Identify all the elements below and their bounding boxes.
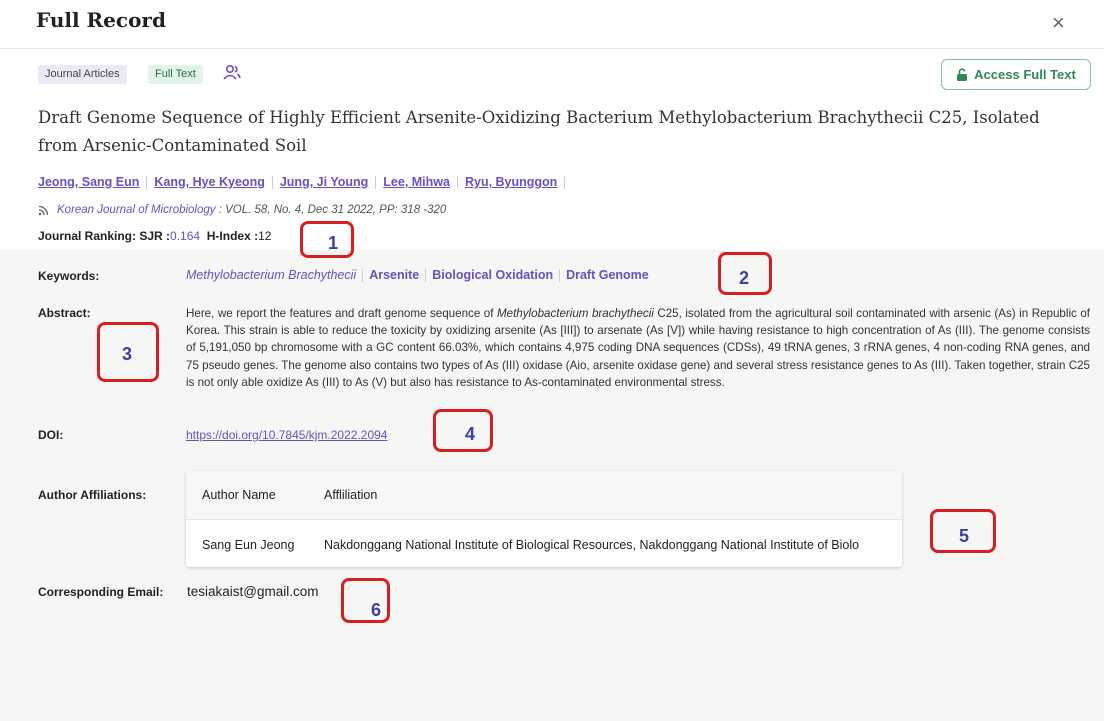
journal-details: : VOL. 58, No. 4, Dec 31 2022, PP: 318 -… — [215, 204, 447, 216]
author-link[interactable]: Lee, Mihwa — [383, 175, 450, 189]
annotation-number: 2 — [739, 268, 750, 288]
affiliations-table: Author Name Affliliation Sang Eun Jeong … — [186, 471, 902, 567]
affiliation-cell: Nakdonggang National Institute of Biolog… — [324, 538, 860, 552]
author-list: Jeong, Sang Eun Kang, Hye Kyeong Jung, Ji … — [38, 175, 572, 190]
annotation-box — [341, 578, 390, 623]
abstract-species: Methylobacterium brachythecii — [496, 307, 654, 320]
email-value: tesiakaist@gmail.com — [187, 584, 319, 599]
people-icon[interactable] — [222, 63, 242, 83]
affiliations-label: Author Affiliations: — [38, 488, 147, 502]
column-header: Author Name — [202, 488, 276, 502]
annotation-number: 5 — [959, 526, 970, 546]
column-header: Affliliation — [324, 488, 378, 502]
annotation-number: 1 — [328, 233, 339, 253]
journal-name-link[interactable]: Korean Journal of Microbiology — [57, 204, 216, 216]
access-full-text-button[interactable]: Access Full Text — [941, 59, 1091, 90]
journal-ranking: Journal Ranking: SJR :0.164 H-Index :12 — [38, 229, 271, 243]
annotation-number: 3 — [122, 344, 133, 364]
dialog-title: Full Record — [36, 8, 166, 32]
doi-link[interactable]: https://doi.org/10.7845/kjm.2022.2094 — [186, 428, 387, 442]
author-link[interactable]: Ryu, Byunggon — [465, 175, 557, 189]
divider — [362, 269, 364, 283]
author-link[interactable]: Jeong, Sang Eun — [38, 175, 139, 189]
divider — [375, 176, 377, 190]
author-link[interactable]: Kang, Hye Kyeong — [154, 175, 264, 189]
divider — [564, 176, 566, 190]
divider — [559, 269, 561, 283]
hindex-value: 12 — [258, 229, 272, 243]
keyword-link[interactable]: Draft Genome — [566, 268, 649, 282]
abstract-text: Here, we report the features and draft g… — [186, 305, 1090, 391]
journal-articles-tag: Journal Articles — [38, 65, 127, 84]
divider — [456, 176, 458, 190]
keyword-link[interactable]: Arsenite — [369, 268, 419, 282]
divider — [146, 176, 148, 190]
author-name-cell: Sang Eun Jeong — [202, 538, 295, 552]
rss-icon — [38, 205, 49, 215]
abstract-label: Abstract: — [38, 306, 91, 320]
journal-info: Korean Journal of Microbiology : VOL. 58… — [38, 204, 446, 216]
sjr-value: 0.164 — [170, 229, 201, 243]
annotation-box — [433, 409, 493, 452]
author-link[interactable]: Jung, Ji Young — [280, 175, 368, 189]
email-label: Corresponding Email: — [38, 585, 164, 599]
keyword-list: Methylobacterium Brachythecii Arsenite Bio… — [186, 268, 649, 283]
abstract-part: Here, we report the features and draft g… — [186, 307, 497, 320]
doi-label: DOI: — [38, 428, 64, 442]
divider — [425, 269, 427, 283]
annotation-number: 4 — [465, 424, 476, 444]
annotation-number: 6 — [371, 600, 382, 620]
keyword-link[interactable]: Methylobacterium Brachythecii — [186, 268, 356, 282]
unlock-icon — [957, 68, 968, 81]
table-header: Author Name Affliliation — [186, 471, 902, 520]
ranking-label: Journal Ranking: — [38, 229, 137, 243]
divider — [271, 176, 273, 190]
hindex-label: H-Index : — [206, 229, 259, 243]
access-full-text-label: Access Full Text — [974, 67, 1076, 82]
sjr-label: SJR : — [139, 229, 171, 243]
paper-title: Draft Genome Sequence of Highly Efficien… — [38, 108, 1040, 155]
keywords-label: Keywords: — [38, 269, 100, 283]
annotation-box — [300, 221, 354, 258]
dialog-header: Full Record × — [0, 0, 1104, 49]
full-text-tag: Full Text — [148, 65, 203, 84]
keyword-link[interactable]: Biological Oxidation — [432, 268, 553, 282]
close-icon[interactable]: × — [1052, 10, 1065, 36]
